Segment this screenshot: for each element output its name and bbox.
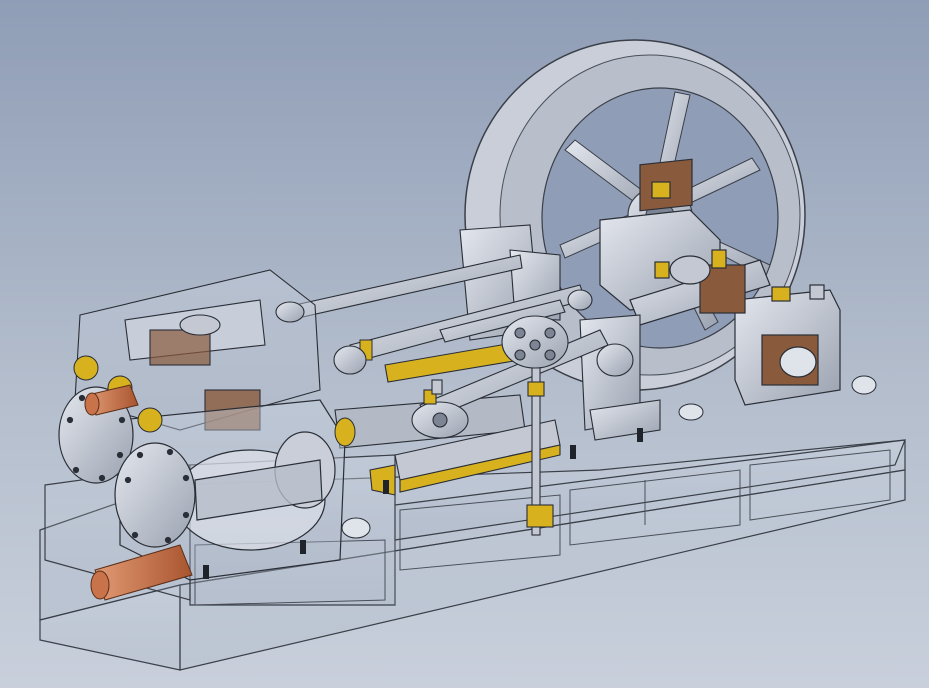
main-bearing-right <box>734 284 841 406</box>
cad-viewport <box>0 0 929 688</box>
steam-engine-model <box>39 39 906 671</box>
